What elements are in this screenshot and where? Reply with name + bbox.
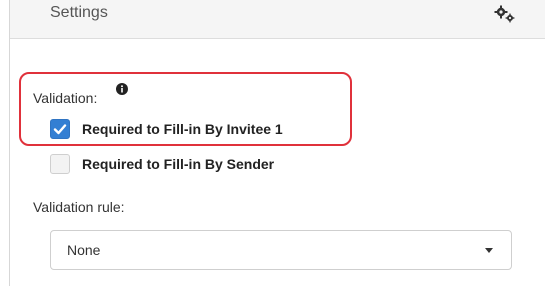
gears-icon[interactable] [494, 5, 518, 23]
settings-panel: Settings Validation: Required to Fill-in… [9, 0, 545, 286]
sender-checkbox[interactable] [50, 154, 70, 174]
checkmark-icon [53, 124, 67, 135]
validation-label: Validation: [33, 90, 98, 106]
panel-header: Settings [10, 0, 545, 39]
info-circle-icon[interactable] [116, 83, 128, 95]
validation-rule-select[interactable]: None [50, 230, 512, 270]
sender-checkbox-label[interactable]: Required to Fill-in By Sender [82, 156, 274, 172]
invitee-checkbox-label[interactable]: Required to Fill-in By Invitee 1 [82, 121, 283, 137]
validation-rule-value: None [67, 242, 101, 258]
panel-title: Settings [50, 4, 108, 21]
chevron-down-icon[interactable] [485, 248, 493, 253]
validation-rule-label: Validation rule: [33, 199, 125, 215]
invitee-checkbox[interactable] [50, 119, 70, 139]
